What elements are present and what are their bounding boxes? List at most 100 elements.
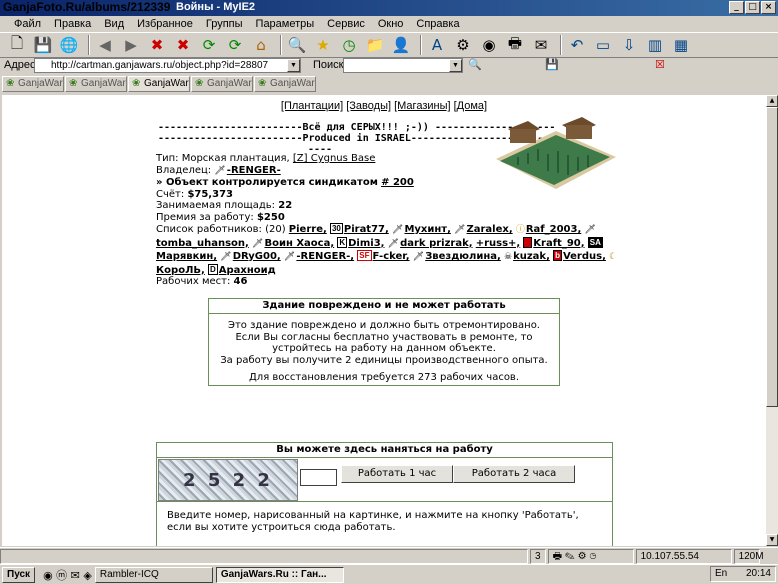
owner-label: Владелец: xyxy=(156,164,212,176)
scroll-up-icon[interactable]: ▲ xyxy=(766,95,778,107)
nav-houses[interactable]: [Дома] xyxy=(454,100,487,112)
base-link[interactable]: [Z] Cygnus Base xyxy=(293,153,376,164)
weapon-icon: 🗡 xyxy=(454,225,466,235)
scroll-thumb[interactable] xyxy=(766,107,778,407)
save-icon[interactable]: 💾 xyxy=(545,58,559,71)
nav-plantations[interactable]: [Плантации] xyxy=(281,100,343,112)
worker-link[interactable]: Kraft_90, xyxy=(533,238,584,249)
folder-icon[interactable]: 📁 xyxy=(364,34,386,56)
globe-icon[interactable]: 🌐 xyxy=(58,34,80,56)
work-1h-button[interactable]: Работать 1 час xyxy=(341,465,453,483)
tab-4[interactable]: GanjaWar... xyxy=(191,76,253,92)
clan-badge-icon: SA xyxy=(587,236,603,248)
worker-link[interactable]: Звездюлина, xyxy=(425,251,501,262)
favorites-icon[interactable]: ★ xyxy=(312,34,334,56)
search-go-icon[interactable]: 🔍 xyxy=(468,58,482,71)
worker-link[interactable]: Zaralex, xyxy=(467,224,513,235)
worker-link[interactable]: +russ+, xyxy=(476,238,521,249)
worker-link[interactable]: Dimi3, xyxy=(348,238,384,249)
menu-help[interactable]: Справка xyxy=(416,18,459,30)
clan-badge-icon: SF xyxy=(357,250,372,261)
worker-link[interactable]: -RENGER-, xyxy=(296,251,354,262)
new-page-icon[interactable]: 🗋 xyxy=(6,34,28,56)
worker-link[interactable]: Марявкин, xyxy=(156,251,217,262)
home-icon[interactable]: ⌂ xyxy=(250,34,272,56)
object-info: Тип: Морская плантация, [Z] Cygnus Base … xyxy=(156,153,626,288)
tools-icon[interactable]: ⚙ xyxy=(452,34,474,56)
chevron-down-icon[interactable]: ▼ xyxy=(287,59,300,72)
worker-link[interactable]: Raf_2003, xyxy=(526,224,581,235)
window-icon[interactable]: ▭ xyxy=(592,34,614,56)
mail-icon[interactable]: ✉ xyxy=(530,34,552,56)
menu-window[interactable]: Окно xyxy=(378,18,404,30)
save-icon[interactable]: 💾 xyxy=(32,34,54,56)
chevron-down-icon[interactable]: ▼ xyxy=(449,59,462,72)
minimize-button[interactable]: _ xyxy=(729,1,744,14)
grid-icon[interactable]: ▦ xyxy=(670,34,692,56)
search-input[interactable]: ▼ xyxy=(343,58,463,73)
undo-icon[interactable]: ↶ xyxy=(566,34,588,56)
history-icon[interactable]: ◷ xyxy=(338,34,360,56)
tab-1[interactable]: GanjaWar... xyxy=(2,76,64,92)
menu-view[interactable]: Вид xyxy=(104,18,124,30)
worker-link[interactable]: Verdus, xyxy=(563,251,606,262)
quicklaunch-icon[interactable]: ◉ ⓜ ✉ ◈ xyxy=(43,567,92,583)
worker-link[interactable]: Pierre, xyxy=(289,224,327,235)
menu-favorites[interactable]: Избранное xyxy=(137,18,193,30)
panel-icon[interactable]: ▥ xyxy=(644,34,666,56)
stop-all-icon[interactable]: ✖ xyxy=(172,34,194,56)
worker-link[interactable]: DRyG00, xyxy=(233,251,281,262)
worker-link[interactable]: Мухинт, xyxy=(404,224,450,235)
user-icon[interactable]: 👤 xyxy=(390,34,412,56)
address-input[interactable]: http://cartman.ganjawars.ru/object.php?i… xyxy=(34,58,301,73)
menu-tools[interactable]: Сервис xyxy=(327,18,365,30)
font-icon[interactable]: A xyxy=(426,34,448,56)
vertical-scrollbar[interactable]: ▲ ▼ xyxy=(766,95,778,546)
worker-link[interactable]: Воин Хаоса, xyxy=(264,238,334,249)
close-icon[interactable]: ☒ xyxy=(655,58,665,71)
status-icons: 🖶 ✎ ⚙ ◷ xyxy=(547,548,634,564)
damage-text: устройтесь на работу на данном объекте. xyxy=(272,343,496,354)
hire-message: если вы хотите устроиться сюда работать. xyxy=(167,521,396,533)
tab-3[interactable]: GanjaWar... xyxy=(128,76,190,92)
tab-2[interactable]: GanjaWar... xyxy=(65,76,127,92)
work-2h-button[interactable]: Работать 2 часа xyxy=(453,465,575,483)
worker-link[interactable]: dark prizrak, xyxy=(400,238,472,249)
close-button[interactable]: × xyxy=(761,1,776,14)
menu-groups[interactable]: Группы xyxy=(206,18,243,30)
nav-shops[interactable]: [Магазины] xyxy=(394,100,450,112)
tab-5[interactable]: GanjaWar... xyxy=(254,76,316,92)
search-icon[interactable]: 🔍 xyxy=(286,34,308,56)
scroll-down-icon[interactable]: ▼ xyxy=(766,534,778,546)
owner-link[interactable]: -RENGER- xyxy=(227,165,281,176)
refresh-all-icon[interactable]: ⟳ xyxy=(224,34,246,56)
worker-link[interactable]: tomba_uhanson, xyxy=(156,238,249,249)
maximize-button[interactable]: □ xyxy=(745,1,760,14)
captcha-input[interactable] xyxy=(300,469,337,486)
menu-options[interactable]: Параметры xyxy=(256,18,315,30)
forward-icon[interactable]: ▶ xyxy=(120,34,142,56)
worker-link[interactable]: Арахноид xyxy=(219,265,276,276)
worker-link[interactable]: F-cker, xyxy=(373,251,410,262)
task-rambler-icq[interactable]: Rambler-ICQ xyxy=(94,566,213,583)
worker-link[interactable]: kuzak, xyxy=(513,251,550,262)
tray-lang[interactable]: En xyxy=(715,568,727,579)
clock: 20:14 xyxy=(745,568,771,579)
menu-file[interactable]: Файл xyxy=(14,18,41,30)
status-count: 3 xyxy=(530,548,546,564)
browser-icon[interactable]: ◉ xyxy=(478,34,500,56)
start-button[interactable]: Пуск xyxy=(2,566,36,583)
syndicate-link[interactable]: # 200 xyxy=(381,177,414,188)
refresh-icon[interactable]: ⟳ xyxy=(198,34,220,56)
worker-link[interactable]: КороЛЬ, xyxy=(156,265,205,276)
download-icon[interactable]: ⇩ xyxy=(618,34,640,56)
worker-link[interactable]: Pirat77, xyxy=(344,224,389,235)
stop-icon[interactable]: ✖ xyxy=(146,34,168,56)
task-ganjawars[interactable]: GanjaWars.Ru :: Ган... xyxy=(215,566,344,583)
weapon-icon: 🗡 xyxy=(283,252,296,262)
nav-factories[interactable]: [Заводы] xyxy=(346,100,391,112)
menu-edit[interactable]: Правка xyxy=(54,18,91,30)
print-icon[interactable]: 🖶 xyxy=(504,34,526,56)
weapon-icon: 🗡 xyxy=(220,252,232,262)
back-icon[interactable]: ◀ xyxy=(94,34,116,56)
